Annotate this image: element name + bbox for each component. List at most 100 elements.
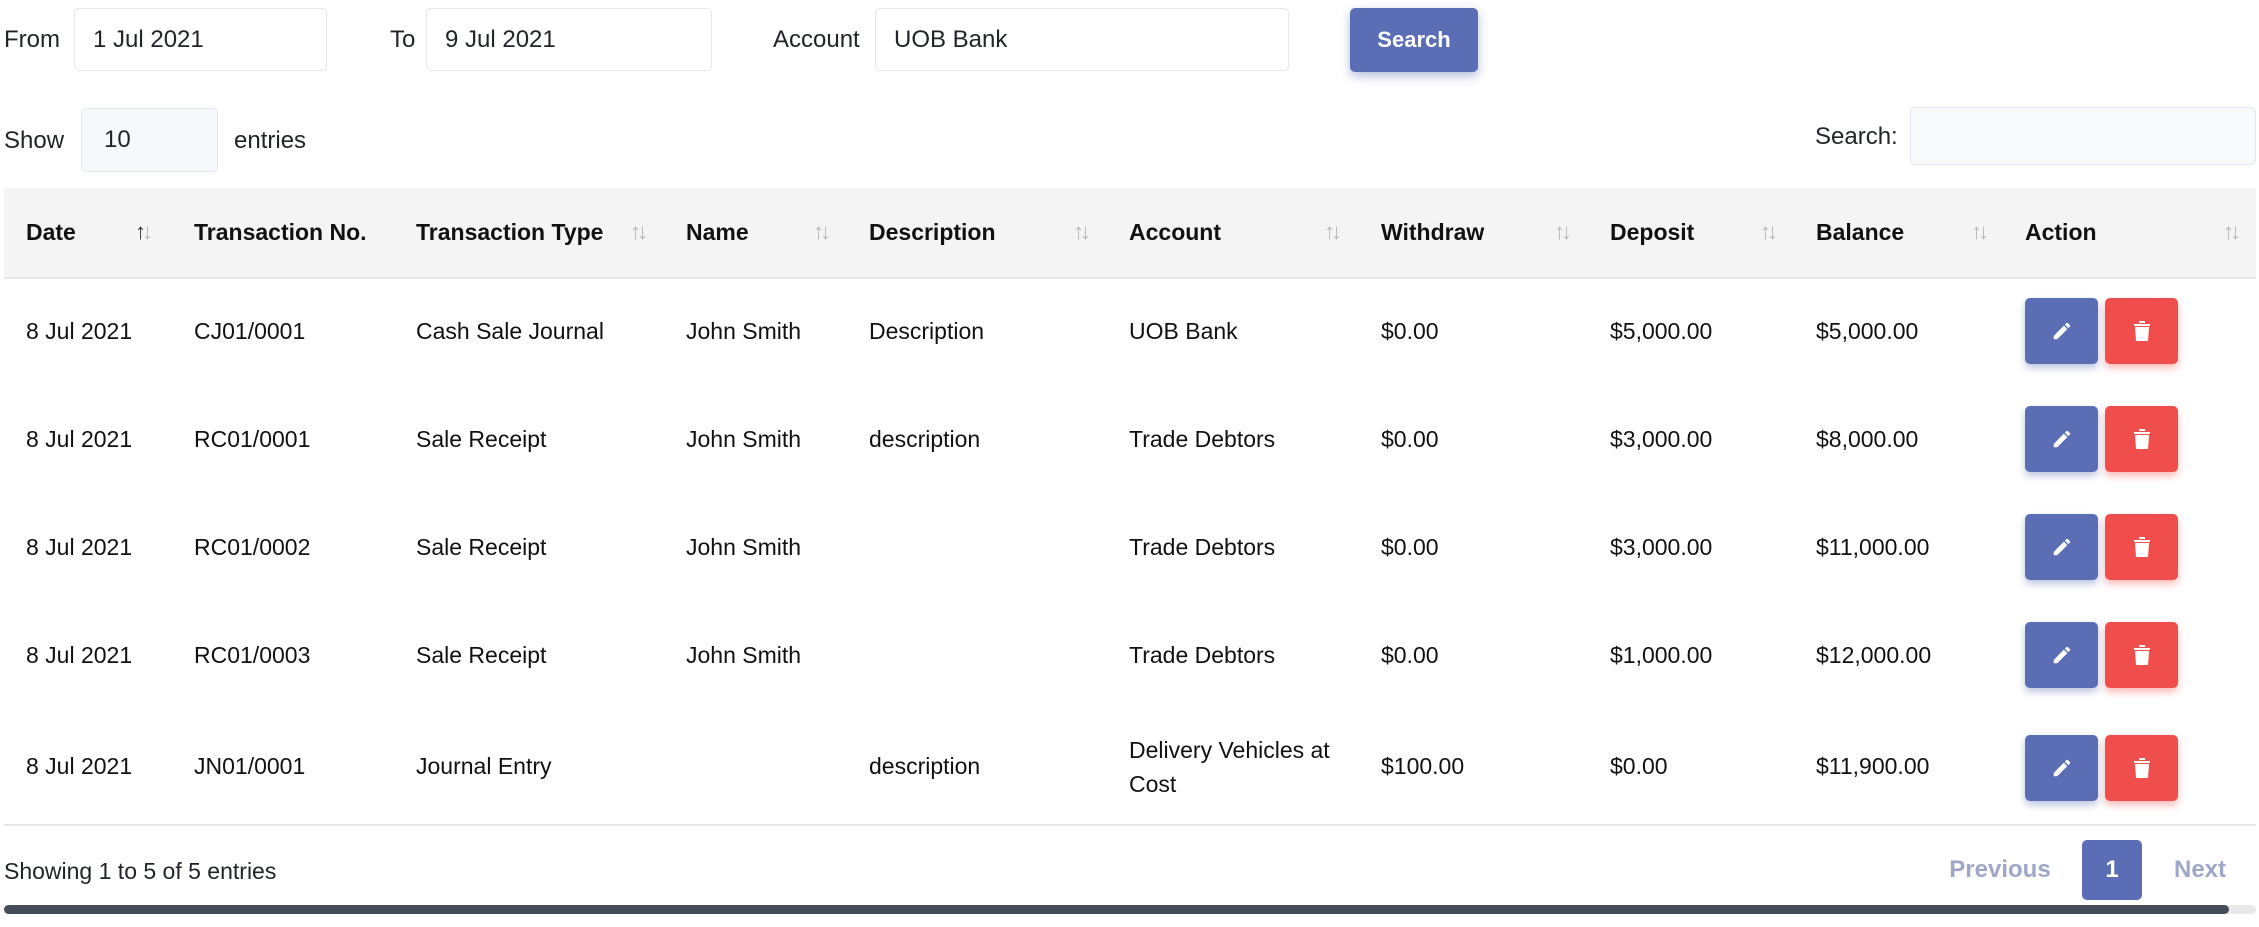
- cell-deposit: $5,000.00: [1610, 317, 1713, 344]
- delete-button[interactable]: [2105, 735, 2178, 801]
- cell-transaction-no: JN01/0001: [194, 753, 306, 779]
- sort-icon[interactable]: ↑↓: [813, 221, 831, 243]
- header-account[interactable]: Account: [1129, 188, 1221, 277]
- sort-icon[interactable]: ↑↓: [135, 221, 153, 243]
- cell-transaction-type: Sale Receipt: [416, 425, 547, 452]
- table-row: 8 Jul 2021 RC01/0003 Sale Receipt John S…: [4, 601, 2256, 709]
- header-action[interactable]: Action: [2025, 188, 2097, 277]
- trash-icon: [2133, 429, 2150, 449]
- header-description[interactable]: Description: [869, 188, 996, 277]
- pencil-icon: [2053, 538, 2070, 556]
- sort-icon[interactable]: ↑↓: [1324, 221, 1342, 243]
- account-select[interactable]: UOB Bank: [875, 8, 1289, 71]
- trash-icon: [2133, 321, 2150, 341]
- cell-transaction-type: Sale Receipt: [416, 641, 547, 668]
- cell-balance: $5,000.00: [1816, 317, 1919, 344]
- cell-description: description: [869, 753, 981, 779]
- table-bottom-divider: [4, 824, 2256, 826]
- cell-transaction-type: Sale Receipt: [416, 533, 547, 560]
- header-balance[interactable]: Balance: [1816, 188, 1904, 277]
- table-header: Date ↑↓ Transaction No. Transaction Type…: [4, 188, 2256, 279]
- table-search-input[interactable]: [1910, 107, 2256, 165]
- header-name[interactable]: Name: [686, 188, 749, 277]
- trash-icon: [2133, 537, 2150, 557]
- cell-description: Description: [869, 317, 985, 344]
- cell-date: 8 Jul 2021: [26, 425, 133, 452]
- cell-date: 8 Jul 2021: [26, 641, 133, 668]
- table-info: Showing 1 to 5 of 5 entries: [4, 858, 277, 884]
- cell-account: UOB Bank: [1129, 317, 1238, 344]
- cell-name: John Smith: [686, 641, 802, 668]
- cell-withdraw: $0.00: [1381, 425, 1439, 452]
- cell-name: John Smith: [686, 425, 802, 452]
- sort-icon[interactable]: ↑↓: [630, 221, 648, 243]
- edit-button[interactable]: [2025, 735, 2098, 801]
- cell-date: 8 Jul 2021: [26, 533, 133, 560]
- pagination-page-1[interactable]: 1: [2082, 840, 2142, 900]
- cell-balance: $12,000.00: [1816, 641, 1932, 668]
- pencil-icon: [2053, 759, 2070, 777]
- cell-date: 8 Jul 2021: [26, 317, 133, 344]
- cell-account: Trade Debtors: [1129, 425, 1276, 452]
- horizontal-scrollbar-thumb[interactable]: [4, 905, 2229, 914]
- cell-date: 8 Jul 2021: [26, 753, 133, 779]
- table-row: 8 Jul 2021 JN01/0001 Journal Entry descr…: [4, 709, 2256, 824]
- cell-account: Delivery Vehicles at Cost: [1129, 736, 1330, 797]
- table-row: 8 Jul 2021 RC01/0001 Sale Receipt John S…: [4, 385, 2256, 493]
- to-date-input[interactable]: 9 Jul 2021: [426, 8, 712, 71]
- search-button[interactable]: Search: [1350, 8, 1478, 72]
- cell-deposit: $3,000.00: [1610, 425, 1713, 452]
- from-date-input[interactable]: 1 Jul 2021: [74, 8, 327, 71]
- pencil-icon: [2053, 322, 2070, 340]
- table-row: 8 Jul 2021 RC01/0002 Sale Receipt John S…: [4, 493, 2256, 601]
- account-label: Account: [773, 26, 860, 53]
- cell-withdraw: $100.00: [1381, 753, 1465, 779]
- edit-button[interactable]: [2025, 298, 2098, 364]
- cell-name: John Smith: [686, 317, 802, 344]
- pagination-previous[interactable]: Previous: [1924, 840, 2076, 900]
- show-label: Show: [4, 127, 65, 154]
- table-row: 8 Jul 2021 CJ01/0001 Cash Sale Journal J…: [4, 277, 2256, 385]
- header-transaction-type[interactable]: Transaction Type: [416, 188, 603, 277]
- cell-deposit: $0.00: [1610, 753, 1668, 779]
- cell-withdraw: $0.00: [1381, 317, 1439, 344]
- to-label: To: [390, 26, 416, 53]
- cell-transaction-no: RC01/0003: [194, 641, 311, 668]
- delete-button[interactable]: [2105, 298, 2178, 364]
- pagination-next[interactable]: Next: [2148, 840, 2252, 900]
- cell-account: Trade Debtors: [1129, 533, 1276, 560]
- sort-icon[interactable]: ↑↓: [1073, 221, 1091, 243]
- header-date[interactable]: Date: [26, 188, 76, 277]
- sort-icon[interactable]: ↑↓: [1760, 221, 1778, 243]
- edit-button[interactable]: [2025, 514, 2098, 580]
- entries-label: entries: [234, 127, 307, 154]
- cell-withdraw: $0.00: [1381, 533, 1439, 560]
- sort-icon[interactable]: ↑↓: [1971, 221, 1989, 243]
- cell-deposit: $1,000.00: [1610, 641, 1713, 668]
- delete-button[interactable]: [2105, 622, 2178, 688]
- header-deposit[interactable]: Deposit: [1610, 188, 1694, 277]
- header-withdraw[interactable]: Withdraw: [1381, 188, 1484, 277]
- edit-button[interactable]: [2025, 406, 2098, 472]
- cell-account: Trade Debtors: [1129, 641, 1276, 668]
- sort-icon[interactable]: ↑↓: [1554, 221, 1572, 243]
- cell-balance: $11,000.00: [1816, 533, 1930, 560]
- delete-button[interactable]: [2105, 406, 2178, 472]
- sort-icon[interactable]: ↑↓: [2223, 221, 2241, 243]
- cell-withdraw: $0.00: [1381, 641, 1439, 668]
- entries-select[interactable]: 10: [81, 108, 218, 172]
- header-transaction-no[interactable]: Transaction No.: [194, 188, 367, 277]
- search-label: Search:: [1815, 123, 1898, 150]
- cell-transaction-no: CJ01/0001: [194, 317, 306, 344]
- cell-deposit: $3,000.00: [1610, 533, 1713, 560]
- trash-icon: [2133, 758, 2150, 778]
- trash-icon: [2133, 645, 2150, 665]
- pencil-icon: [2053, 430, 2070, 448]
- delete-button[interactable]: [2105, 514, 2178, 580]
- cell-name: John Smith: [686, 533, 802, 560]
- cell-balance: $11,900.00: [1816, 753, 1930, 779]
- edit-button[interactable]: [2025, 622, 2098, 688]
- cell-transaction-no: RC01/0001: [194, 425, 311, 452]
- pencil-icon: [2053, 646, 2070, 664]
- cell-transaction-type: Cash Sale Journal: [416, 317, 604, 344]
